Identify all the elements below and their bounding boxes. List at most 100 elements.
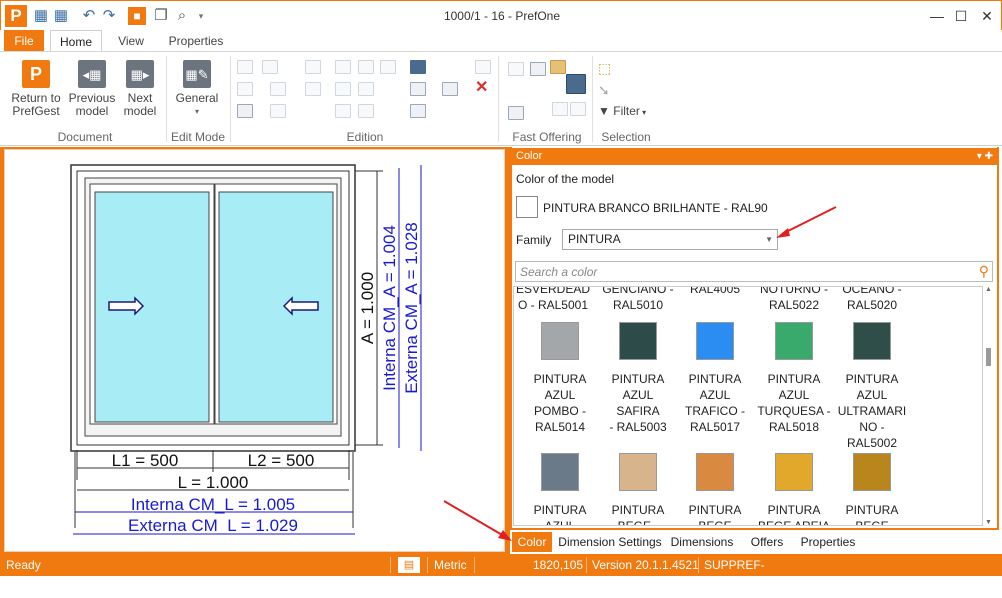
previous-model-button[interactable]: ◂▦ Previous model xyxy=(66,60,118,118)
color-item[interactable]: PINTURA AZUL xyxy=(522,453,598,526)
filter-button[interactable]: ▼ Filter ▾ xyxy=(598,104,646,118)
fast-offer-color2-icon[interactable] xyxy=(552,102,568,116)
group-separator xyxy=(592,56,593,142)
tab-home[interactable]: Home xyxy=(50,30,102,52)
tab-properties-panel[interactable]: Properties xyxy=(796,532,860,552)
search-icon[interactable]: ⚲ xyxy=(979,263,989,280)
edition-angle-icon[interactable] xyxy=(335,104,351,118)
color-swatch xyxy=(619,322,657,360)
tab-dimensions[interactable]: Dimensions xyxy=(668,532,736,552)
drawing-canvas[interactable]: L1 = 500 L2 = 500 L = 1.000 Interna CM_L… xyxy=(4,149,505,552)
color-label: PINTURA BEGE xyxy=(845,503,899,526)
edition-link-icon[interactable] xyxy=(475,60,491,74)
color-item[interactable]: ESVERDEAD O - RAL5001 xyxy=(515,287,591,313)
edition-cut-icon[interactable] xyxy=(335,82,351,96)
layout-toggle-icon[interactable]: ▤ xyxy=(398,557,420,573)
color-item[interactable]: PINTURA BEGE - xyxy=(600,453,676,525)
edition-grid-icon[interactable] xyxy=(237,60,253,74)
fast-offer-module-icon[interactable] xyxy=(566,74,586,94)
color-swatch xyxy=(541,453,579,491)
dim-l2: L2 = 500 xyxy=(248,451,315,470)
window-title: 1000/1 - 16 - PrefOne xyxy=(443,9,561,23)
color-item[interactable]: PINTURA BEGE xyxy=(834,453,910,526)
edition-remove-icon[interactable] xyxy=(270,82,286,96)
return-to-prefgest-button[interactable]: P Return to PrefGest xyxy=(8,60,64,118)
search-placeholder: Search a color xyxy=(520,265,598,279)
edition-transform-icon[interactable] xyxy=(237,82,253,96)
minimize-button[interactable]: — xyxy=(925,5,949,27)
family-select[interactable]: PINTURA ▼ xyxy=(562,229,778,250)
group-edit-mode: Edit Mode xyxy=(170,130,226,144)
color-label: PINTURA AZUL xyxy=(533,503,587,526)
group-selection: Selection xyxy=(601,130,651,144)
dim-interna-l: Interna CM_L = 1.005 xyxy=(131,495,295,514)
dim-l: L = 1.000 xyxy=(178,473,249,492)
color-label: PINTURA AZUL POMBO - RAL5014 xyxy=(533,372,587,434)
select-pointer-icon[interactable]: ➘ xyxy=(598,82,610,99)
current-color-swatch xyxy=(516,196,538,218)
color-item[interactable]: PINTURA AZUL POMBO - RAL5014 xyxy=(522,322,598,435)
edition-3d-icon[interactable] xyxy=(335,60,351,74)
fast-offer-color-icon[interactable] xyxy=(550,60,566,74)
tab-properties[interactable]: Properties xyxy=(160,30,232,52)
edition-close-red-icon[interactable]: ✕ xyxy=(475,77,488,97)
color-swatch xyxy=(541,322,579,360)
scroll-down-icon[interactable]: ▼ xyxy=(985,519,992,526)
edition-block-icon[interactable] xyxy=(305,82,321,96)
edition-layout-icon[interactable] xyxy=(410,82,426,96)
edition-split-icon[interactable] xyxy=(305,60,321,74)
maximize-button[interactable]: ☐ xyxy=(949,5,973,27)
edition-frame-icon[interactable] xyxy=(358,60,374,74)
color-item[interactable]: PINTURA AZUL TURQUESA - RAL5018 xyxy=(756,322,832,435)
edition-panel-icon[interactable] xyxy=(442,82,458,96)
annotation-arrow-family xyxy=(776,206,837,238)
color-item[interactable]: RAL4005 xyxy=(677,287,753,297)
previous-model-icon: ◂▦ xyxy=(78,60,106,88)
group-separator xyxy=(230,56,231,142)
edition-copy-icon[interactable] xyxy=(358,104,374,118)
color-swatch xyxy=(696,322,734,360)
edition-delete-icon[interactable] xyxy=(270,104,286,118)
color-subtitle: Color of the model xyxy=(516,172,615,186)
fast-offer-grid-icon[interactable] xyxy=(530,62,546,76)
annotation-arrow-color-tab xyxy=(443,500,512,541)
status-separator xyxy=(698,557,699,573)
search-color-input[interactable]: Search a color ⚲ xyxy=(515,261,993,282)
tab-view[interactable]: View xyxy=(110,30,152,52)
scroll-up-icon[interactable]: ▲ xyxy=(985,286,992,293)
edition-frame2-icon[interactable] xyxy=(380,60,396,74)
select-icon[interactable]: ⬚ xyxy=(598,60,611,77)
color-item[interactable]: NOTURNO - RAL5022 xyxy=(756,287,832,313)
tab-dimension-settings[interactable]: Dimension Settings xyxy=(556,532,664,552)
group-fast-offering: Fast Offering xyxy=(512,130,582,144)
general-edit-mode-button[interactable]: ▦✎ General ▾ xyxy=(172,60,222,118)
color-item[interactable]: PINTURA BEGE xyxy=(677,453,753,525)
next-model-button[interactable]: ▦▸ Next model xyxy=(118,60,162,118)
color-label: PINTURA BEGE AREIA - xyxy=(757,503,831,526)
color-item[interactable]: GENCIANO - RAL5010 xyxy=(600,287,676,313)
tab-color[interactable]: Color xyxy=(512,532,552,552)
tab-file[interactable]: File xyxy=(4,30,44,52)
edition-table-icon[interactable] xyxy=(262,60,278,74)
color-item[interactable]: PINTURA AZUL ULTRAMARI NO - RAL5002 xyxy=(834,322,910,451)
color-item[interactable]: PINTURA AZUL SAFIRA - RAL5003 xyxy=(600,322,676,435)
fast-offer-grid2-icon[interactable] xyxy=(570,102,586,116)
color-item[interactable]: PINTURA BEGE AREIA - xyxy=(756,453,832,526)
color-grid-scrollbar[interactable]: ▼ ▲ xyxy=(983,286,995,526)
scrollbar-thumb[interactable] xyxy=(986,348,991,366)
edition-cells-icon[interactable] xyxy=(410,104,426,118)
fast-offer-list-icon[interactable] xyxy=(508,106,524,120)
status-ready: Ready xyxy=(6,558,41,572)
color-item[interactable]: PINTURA AZUL TRAFICO - RAL5017 xyxy=(677,322,753,435)
edition-profile-icon[interactable] xyxy=(410,60,426,74)
panel-pin-icon[interactable]: ▾ ✚ xyxy=(977,148,993,165)
edition-join-icon[interactable] xyxy=(358,82,374,96)
tab-offers[interactable]: Offers xyxy=(742,532,792,552)
title-bar: P ▦ ▦ ↶ ↷ ■ ❐ ⌕ ▾ 1000/1 - 16 - PrefOne … xyxy=(0,0,1002,30)
color-item[interactable]: OCEANO - RAL5020 xyxy=(834,287,910,313)
color-panel-title: Color xyxy=(516,150,543,162)
filter-icon: ▼ xyxy=(598,104,610,118)
edition-paint-icon[interactable] xyxy=(237,104,253,118)
fast-offer-page-icon[interactable] xyxy=(508,62,524,76)
close-button[interactable]: ✕ xyxy=(975,5,999,27)
